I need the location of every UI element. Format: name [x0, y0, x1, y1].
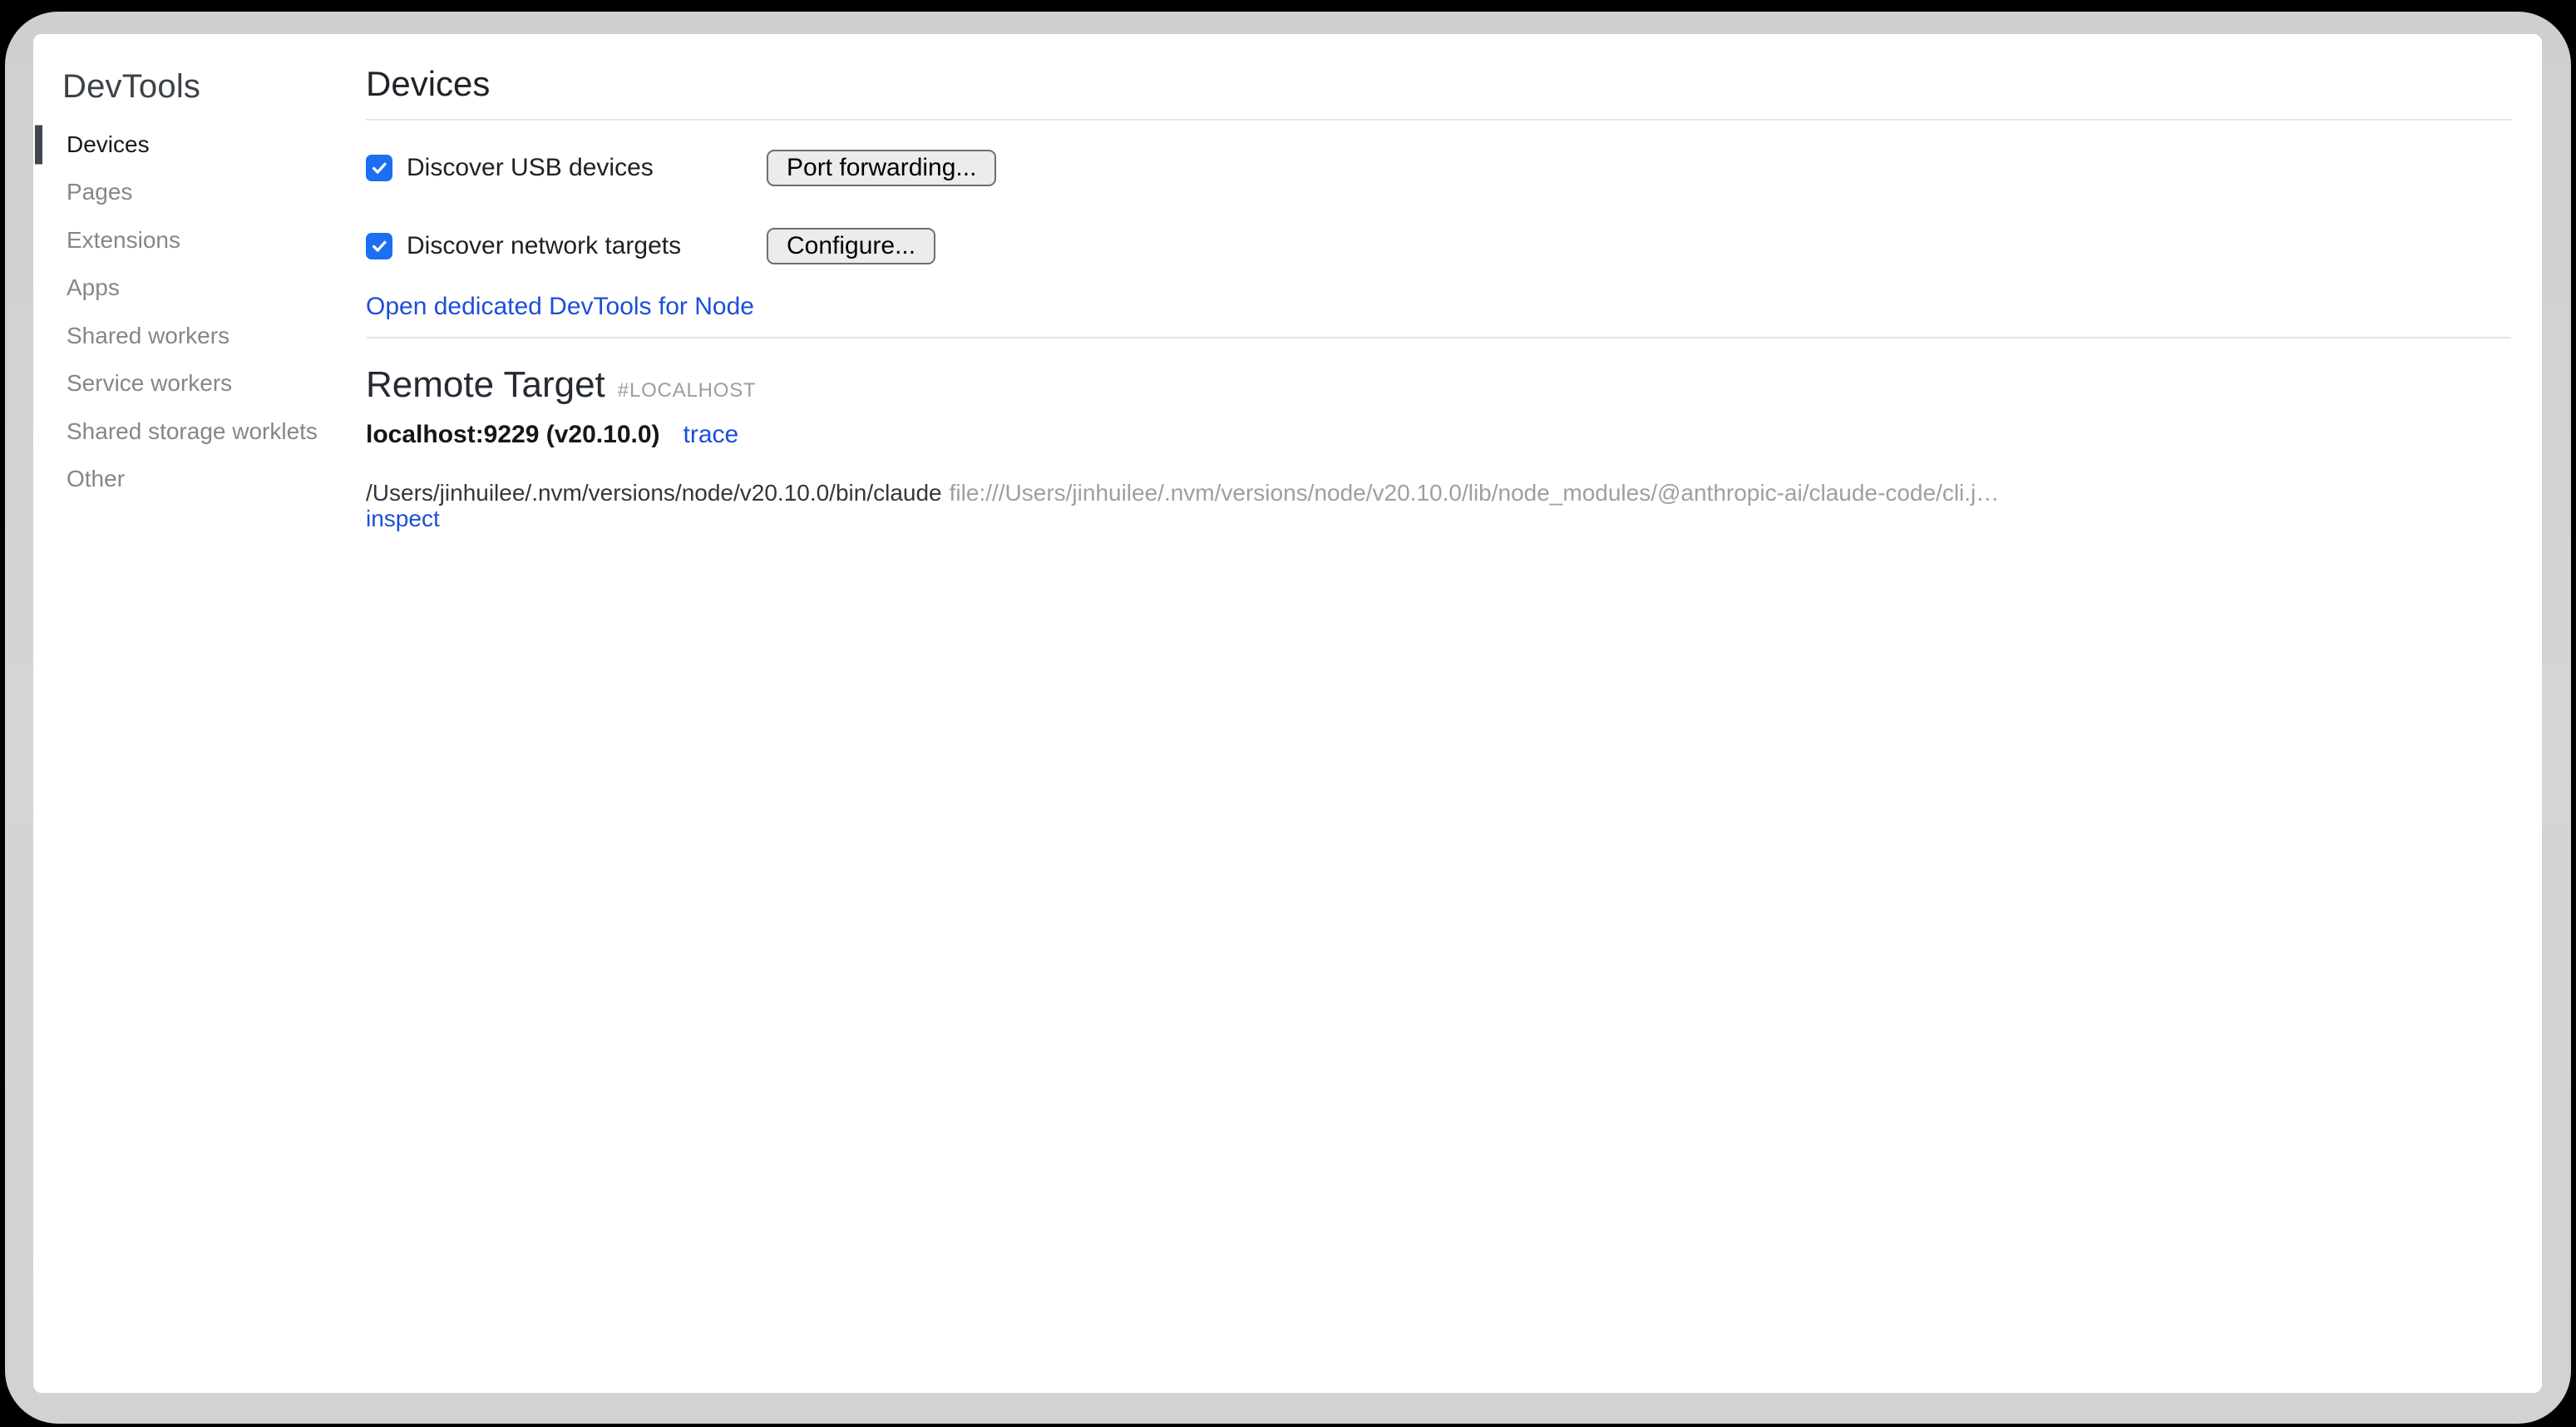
module-url: file:///Users/jinhuilee/.nvm/versions/no…	[950, 480, 2000, 506]
remote-target-header: Remote Target #LOCALHOST	[366, 365, 2511, 405]
inspect-link[interactable]: inspect	[366, 506, 440, 531]
sidebar-item-apps[interactable]: Apps	[62, 264, 366, 313]
remote-target-title: Remote Target	[366, 365, 605, 405]
sidebar-item-label: Service workers	[67, 370, 232, 397]
sidebar-item-label: Other	[67, 466, 125, 492]
checkmark-icon	[370, 237, 388, 255]
target-name-row: localhost:9229 (v20.10.0) trace	[366, 422, 2511, 447]
sidebar-item-label: Devices	[67, 131, 150, 158]
sidebar-item-extensions[interactable]: Extensions	[62, 216, 366, 264]
sidebar-nav: Devices Pages Extensions Apps Shared wor…	[62, 121, 366, 503]
sidebar-item-other[interactable]: Other	[62, 456, 366, 504]
sidebar-item-label: Shared storage worklets	[67, 418, 318, 445]
localhost-tag: #LOCALHOST	[618, 379, 757, 402]
discover-usb-label: Discover USB devices	[407, 154, 654, 182]
sidebar-item-label: Pages	[67, 179, 132, 205]
target-details: /Users/jinhuilee/.nvm/versions/node/v20.…	[366, 480, 2511, 531]
discover-network-row: Discover network targets Configure...	[366, 228, 2511, 264]
discover-usb-row: Discover USB devices Port forwarding...	[366, 150, 2511, 186]
divider	[366, 337, 2511, 338]
sidebar: DevTools Devices Pages Extensions Apps S…	[33, 34, 366, 1393]
app-title: DevTools	[62, 69, 366, 104]
sidebar-item-label: Extensions	[67, 227, 180, 254]
sidebar-item-pages[interactable]: Pages	[62, 169, 366, 217]
process-path: /Users/jinhuilee/.nvm/versions/node/v20.…	[366, 480, 942, 506]
target-name: localhost:9229 (v20.10.0)	[366, 421, 660, 448]
sidebar-item-service-workers[interactable]: Service workers	[62, 360, 366, 408]
sidebar-item-shared-storage-worklets[interactable]: Shared storage worklets	[62, 407, 366, 456]
main-content: Devices Discover USB devices Port forwar…	[366, 34, 2511, 531]
open-node-devtools-link[interactable]: Open dedicated DevTools for Node	[366, 294, 754, 319]
sidebar-item-label: Apps	[67, 274, 120, 301]
checkmark-icon	[370, 159, 388, 177]
sidebar-item-devices[interactable]: Devices	[62, 121, 366, 169]
discover-network-checkbox[interactable]	[366, 233, 392, 259]
page-title: Devices	[366, 64, 2511, 104]
port-forwarding-button[interactable]: Port forwarding...	[767, 150, 996, 186]
app-window: DevTools Devices Pages Extensions Apps S…	[5, 12, 2571, 1424]
trace-link[interactable]: trace	[683, 421, 739, 448]
page-background: DevTools Devices Pages Extensions Apps S…	[33, 34, 2542, 1393]
sidebar-item-shared-workers[interactable]: Shared workers	[62, 312, 366, 360]
sidebar-item-label: Shared workers	[67, 323, 229, 349]
discover-usb-checkbox[interactable]	[366, 155, 392, 181]
configure-button[interactable]: Configure...	[767, 228, 935, 264]
target-path-row: /Users/jinhuilee/.nvm/versions/node/v20.…	[366, 480, 2511, 506]
discover-network-label: Discover network targets	[407, 232, 681, 260]
divider	[366, 119, 2511, 121]
inspect-row: inspect	[366, 506, 2511, 531]
